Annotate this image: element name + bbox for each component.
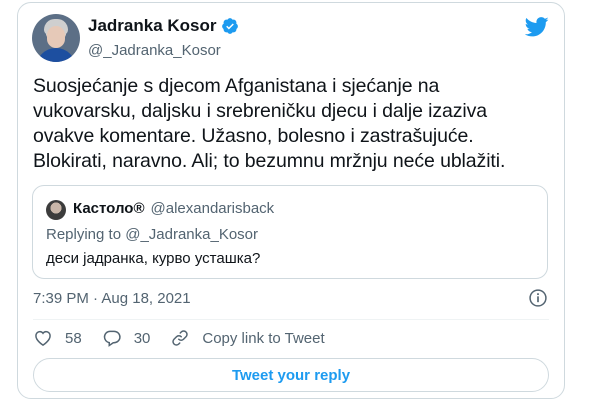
quoted-tweet[interactable]: Кастоло® @alexandarisback Replying to @_… — [32, 185, 548, 279]
author-display-name[interactable]: Jadranka Kosor — [88, 16, 217, 36]
info-icon[interactable] — [528, 288, 548, 308]
verified-badge-icon — [221, 18, 238, 34]
quoted-name-badge: ® — [133, 200, 145, 217]
author-name-row[interactable]: Jadranka Kosor — [88, 16, 239, 36]
tweet-text-line: ovakve komentare. Užasno, bolesno i zast… — [33, 125, 474, 147]
tweet-text-line: vukovarsku, daljsku i srebreničku djecu … — [33, 100, 488, 122]
twitter-bird-icon[interactable] — [525, 17, 549, 37]
quoted-author-handle: @alexandarisback — [150, 200, 275, 217]
quoted-author-row: Кастоло® @alexandarisback — [73, 200, 274, 217]
quoted-author-avatar — [46, 200, 66, 220]
copy-link-label: Copy link to Tweet — [202, 329, 325, 347]
tweet-text: Suosjećanje s djecom Afganistana i sjeća… — [33, 74, 553, 174]
author-avatar[interactable] — [32, 14, 80, 62]
quoted-tweet-text: деси јадранка, курво усташка? — [46, 250, 261, 267]
tweet-text-line: Blokirati, naravno. Ali; to bezumnu mržn… — [33, 150, 506, 172]
heart-icon[interactable] — [33, 328, 53, 348]
tweet-your-reply-button[interactable]: Tweet your reply — [33, 358, 549, 392]
quoted-replying-to: Replying to @_Jadranka_Kosor — [46, 226, 259, 243]
tweet-text-line: Suosjećanje s djecom Afganistana i sjeća… — [33, 75, 440, 97]
tweet-timestamp[interactable]: 7:39 PM · Aug 18, 2021 — [33, 290, 191, 307]
like-action[interactable]: 58 — [33, 328, 82, 348]
divider — [33, 319, 549, 320]
like-count: 58 — [65, 329, 82, 347]
reply-bubble-icon[interactable] — [102, 328, 122, 348]
author-handle[interactable]: @_Jadranka_Kosor — [88, 42, 221, 59]
reply-count: 30 — [133, 329, 151, 347]
link-icon[interactable] — [170, 328, 190, 348]
tweet-card: Jadranka Kosor @_Jadranka_Kosor Suosjeća… — [17, 2, 565, 399]
copy-link-action[interactable]: Copy link to Tweet — [170, 328, 325, 348]
action-bar: 58 30 Copy link to Tweet — [33, 328, 345, 348]
reply-action[interactable]: 30 — [102, 328, 151, 348]
quoted-author-name: Кастоло — [73, 200, 134, 217]
